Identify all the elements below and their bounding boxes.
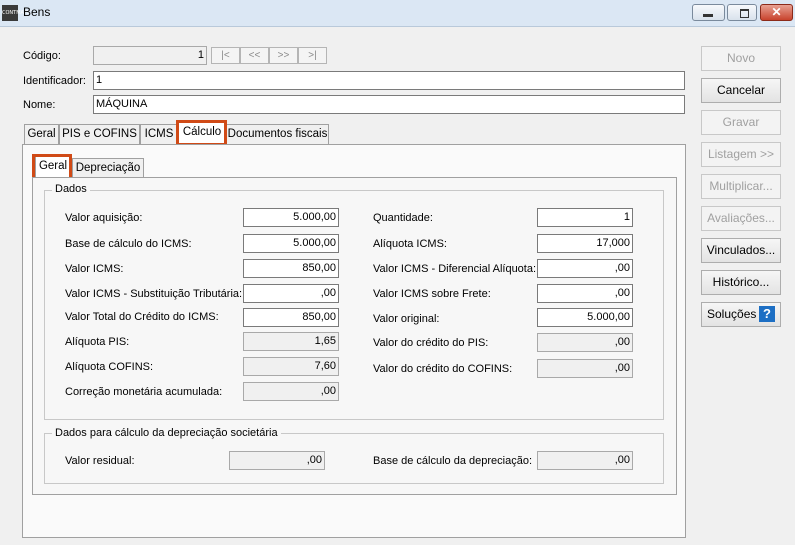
historico-button[interactable]: Histórico... (701, 270, 781, 295)
avaliacoes-button[interactable]: Avaliações... (701, 206, 781, 231)
valor-icms-st-field[interactable]: ,00 (243, 284, 339, 303)
title-bar: CONTMATIC Bens ✕ (0, 0, 795, 27)
listagem-button[interactable]: Listagem >> (701, 142, 781, 167)
codigo-field[interactable]: 1 (93, 46, 207, 65)
first-record-button[interactable]: |< (211, 47, 240, 64)
base-calculo-icms-label: Base de cálculo do ICMS: (65, 238, 192, 250)
base-calculo-icms-field[interactable]: 5.000,00 (243, 234, 339, 253)
aliquota-icms-field[interactable]: 17,000 (537, 234, 633, 253)
tab-icms[interactable]: ICMS (140, 124, 178, 144)
vinculados-button[interactable]: Vinculados... (701, 238, 781, 263)
valor-icms-field[interactable]: 850,00 (243, 259, 339, 278)
identificador-field[interactable]: 1 (93, 71, 685, 90)
valor-credito-cofins-field: ,00 (537, 359, 633, 378)
dados-group-title: Dados (52, 183, 90, 195)
novo-button[interactable]: Novo (701, 46, 781, 71)
valor-original-label: Valor original: (373, 313, 440, 325)
valor-residual-label: Valor residual: (65, 455, 135, 467)
close-icon: ✕ (771, 5, 782, 19)
last-record-button[interactable]: >| (298, 47, 327, 64)
valor-credito-pis-field: ,00 (537, 333, 633, 352)
nome-field[interactable]: MÁQUINA (93, 95, 685, 114)
calculo-tab-highlight (176, 120, 227, 146)
aliquota-cofins-field: 7,60 (243, 357, 339, 376)
codigo-label: Código: (23, 50, 61, 62)
valor-credito-cofins-label: Valor do crédito do COFINS: (373, 363, 513, 375)
depreciacao-group-title: Dados para cálculo da depreciação societ… (52, 427, 281, 439)
valor-total-credito-icms-field[interactable]: 850,00 (243, 308, 339, 327)
base-calculo-depreciacao-label: Base de cálculo da depreciação: (373, 455, 532, 467)
valor-icms-label: Valor ICMS: (65, 263, 124, 275)
gravar-button[interactable]: Gravar (701, 110, 781, 135)
valor-icms-diferencial-label: Valor ICMS - Diferencial Alíquota: (373, 263, 537, 275)
window-title: Bens (23, 5, 51, 19)
valor-aquisicao-field[interactable]: 5.000,00 (243, 208, 339, 227)
aliquota-icms-label: Alíquota ICMS: (373, 238, 447, 250)
base-calculo-depreciacao-field: ,00 (537, 451, 633, 470)
valor-icms-frete-label: Valor ICMS sobre Frete: (373, 288, 491, 300)
correcao-monetaria-label: Correção monetária acumulada: (65, 386, 223, 398)
help-icon: ? (759, 306, 775, 322)
nome-label: Nome: (23, 99, 56, 111)
valor-aquisicao-label: Valor aquisição: (65, 212, 143, 224)
minimize-button[interactable] (692, 4, 725, 21)
next-record-button[interactable]: >> (269, 47, 298, 64)
subtab-depreciacao[interactable]: Depreciação (72, 158, 144, 178)
multiplicar-button[interactable]: Multiplicar... (701, 174, 781, 199)
correcao-monetaria-field: ,00 (243, 382, 339, 401)
valor-original-field[interactable]: 5.000,00 (537, 308, 633, 327)
valor-icms-diferencial-field[interactable]: ,00 (537, 259, 633, 278)
aliquota-pis-field: 1,65 (243, 332, 339, 351)
aliquota-cofins-label: Alíquota COFINS: (65, 361, 154, 373)
valor-total-credito-icms-label: Valor Total do Crédito do ICMS: (65, 311, 219, 323)
identificador-label: Identificador: (23, 75, 86, 87)
tab-geral[interactable]: Geral (24, 124, 59, 144)
solucoes-label: Soluções (707, 307, 757, 321)
valor-icms-st-label: Valor ICMS - Substituição Tributária: (65, 288, 243, 300)
valor-icms-frete-field[interactable]: ,00 (537, 284, 633, 303)
solucoes-button[interactable]: Soluções ? (701, 302, 781, 327)
close-button[interactable]: ✕ (760, 4, 793, 21)
tab-documentos-fiscais[interactable]: Documentos fiscais (226, 124, 329, 144)
maximize-icon (740, 9, 749, 18)
app-icon: CONTMATIC (2, 5, 32, 21)
prev-record-button[interactable]: << (240, 47, 269, 64)
quantidade-label: Quantidade: (373, 212, 433, 224)
maximize-button[interactable] (727, 4, 757, 21)
valor-credito-pis-label: Valor do crédito do PIS: (373, 337, 489, 349)
aliquota-pis-label: Alíquota PIS: (65, 336, 130, 348)
quantidade-field[interactable]: 1 (537, 208, 633, 227)
valor-residual-field: ,00 (229, 451, 325, 470)
minimize-icon (703, 14, 713, 17)
cancelar-button[interactable]: Cancelar (701, 78, 781, 103)
tab-pis-cofins[interactable]: PIS e COFINS (59, 124, 140, 144)
